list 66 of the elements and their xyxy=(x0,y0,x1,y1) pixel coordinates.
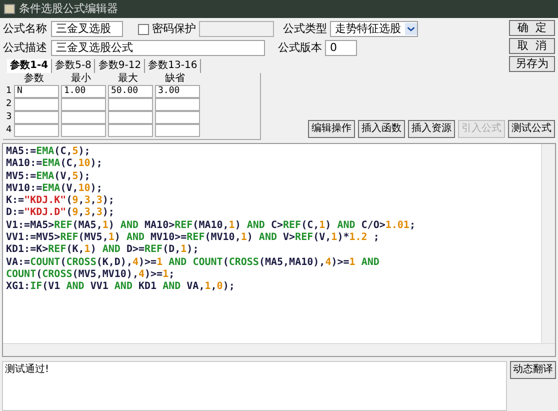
row-number: 1 xyxy=(6,84,13,98)
code-line: MA10:=EMA(C,10); xyxy=(6,158,102,171)
code-line: D:="KDJ.D"(9,3,3); xyxy=(6,207,114,220)
tab[interactable]: 参数13-16 xyxy=(145,59,202,73)
window-title: 条件选股公式编辑器 xyxy=(19,0,118,17)
code-line: XG1:IF(V1 AND VV1 AND KD1 AND VA,1,0); xyxy=(6,281,235,294)
password-field[interactable] xyxy=(199,21,274,37)
code-line: K:="KDJ.K"(9,3,3); xyxy=(6,195,114,207)
status-message: 测试通过! xyxy=(5,363,50,377)
translate-button[interactable]: 动态翻译 xyxy=(510,361,556,379)
input-field[interactable]: 三金叉选股 xyxy=(51,21,123,37)
param-field[interactable] xyxy=(108,124,153,137)
field-label: 公式版本 xyxy=(278,40,322,56)
column-header: 参数 xyxy=(23,73,45,85)
dialog-button[interactable]: 取 消 xyxy=(509,38,555,54)
toolbar-button[interactable]: 插入资源 xyxy=(408,120,455,138)
row-number: 3 xyxy=(6,110,13,124)
column-header: 缺省 xyxy=(164,73,186,85)
row-number: 2 xyxy=(6,98,13,111)
checkbox-label: 密码保护 xyxy=(152,20,196,37)
code-line: MV10:=EMA(V,10); xyxy=(6,182,102,195)
code-line: COUNT(CROSS(MV5,MV10),4)>=1; xyxy=(6,268,175,281)
field-label: 公式类型 xyxy=(283,20,327,37)
code-line: VA:=COUNT(CROSS(K,D),4)>=1 AND COUNT(CROSS(MA5,MA10),4)>=1 AND xyxy=(6,256,380,269)
param-field[interactable] xyxy=(108,111,153,124)
dialog-button[interactable]: 确 定 xyxy=(509,20,555,36)
row-number: 4 xyxy=(6,124,13,137)
param-field[interactable] xyxy=(61,98,106,111)
field-label: 公式名称 xyxy=(3,20,48,37)
input-field[interactable]: 三金叉选股公式 xyxy=(51,40,265,56)
code-line: MV5:=EMA(V,5); xyxy=(6,170,90,183)
param-field[interactable] xyxy=(14,111,59,124)
toolbar-button[interactable]: 插入函数 xyxy=(358,120,405,138)
param-field[interactable]: 50.00 xyxy=(108,85,153,98)
vertical-scrollbar[interactable] xyxy=(541,144,555,343)
param-field[interactable] xyxy=(14,98,59,111)
param-field[interactable]: N xyxy=(14,85,59,98)
param-field[interactable] xyxy=(155,124,200,137)
code-line: VV1:=MV5>REF(MV5,1) AND MV10>=REF(MV10,1) AND V>REF(V,1)*1.2 ; xyxy=(6,232,380,244)
tab[interactable]: 参数1-4 xyxy=(7,59,52,73)
app-icon xyxy=(4,4,15,14)
input-field[interactable]: 0 xyxy=(325,40,357,56)
param-field[interactable]: 1.00 xyxy=(61,85,106,98)
field-label: 公式描述 xyxy=(3,40,48,56)
code-line: KD1:=K>REF(K,1) AND D>=REF(D,1); xyxy=(6,244,199,257)
param-field[interactable] xyxy=(155,98,200,111)
code-editor[interactable] xyxy=(2,143,556,357)
param-field[interactable] xyxy=(108,98,153,111)
param-field[interactable] xyxy=(155,111,200,124)
dialog-button[interactable]: 另存为 xyxy=(509,56,555,72)
type-dropdown[interactable]: 走势特征选股 xyxy=(330,21,418,37)
column-header: 最小 xyxy=(70,73,92,85)
dropdown-value: 走势特征选股 xyxy=(335,20,401,37)
toolbar-button[interactable]: 测试公式 xyxy=(508,120,555,138)
checkbox[interactable] xyxy=(138,24,149,34)
toolbar-button[interactable]: 编辑操作 xyxy=(308,120,355,138)
horizontal-scrollbar[interactable] xyxy=(3,343,555,356)
param-field[interactable] xyxy=(14,124,59,137)
param-field[interactable] xyxy=(61,111,106,124)
code-line: V1:=MA5>REF(MA5,1) AND MA10>REF(MA10,1) AND C>REF(C,1) AND C/O>1.01; xyxy=(6,220,416,232)
param-field[interactable]: 3.00 xyxy=(155,85,200,98)
chevron-down-icon xyxy=(405,23,417,35)
tab[interactable]: 参数5-8 xyxy=(52,59,96,73)
param-field[interactable] xyxy=(61,124,106,137)
code-line: MA5:=EMA(C,5); xyxy=(6,146,90,158)
column-header: 最大 xyxy=(117,73,139,85)
